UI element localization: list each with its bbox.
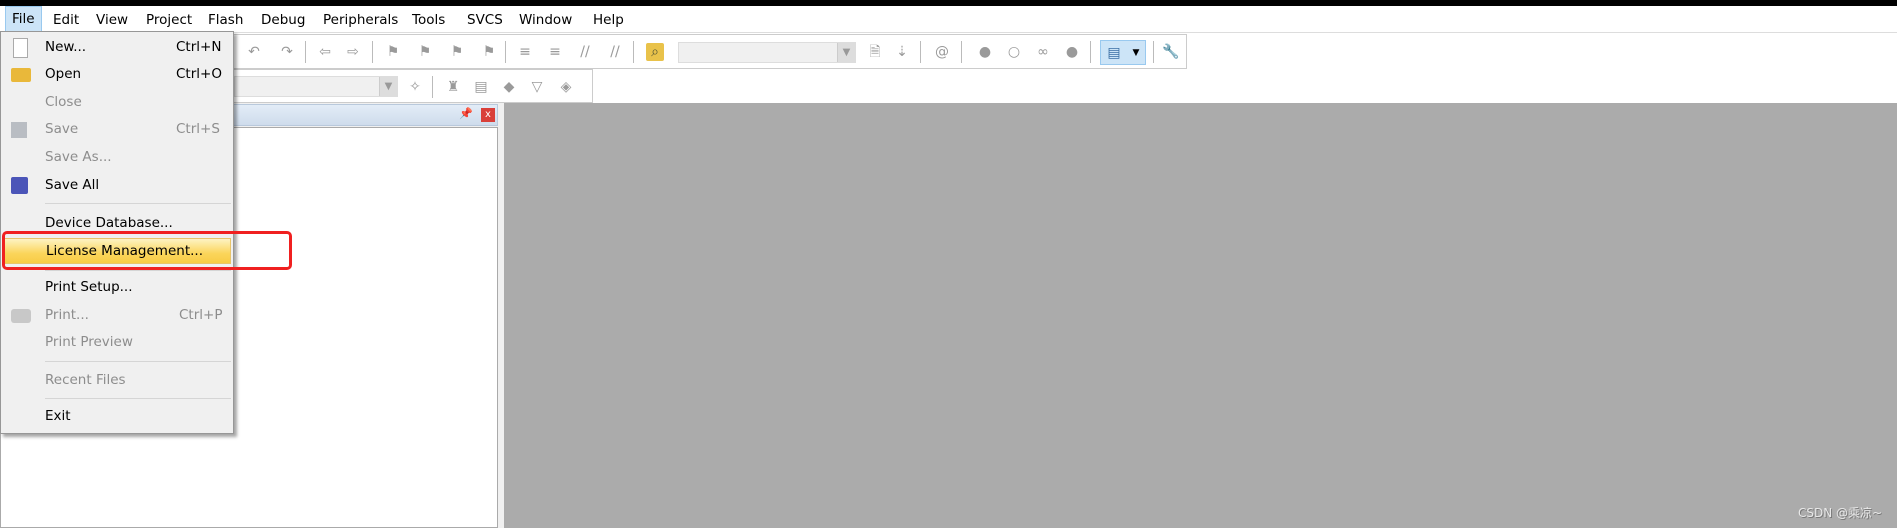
menu-file[interactable]: File [5,6,42,32]
open-folder-icon [11,68,31,82]
target-options-icon[interactable]: ✧ [406,78,424,96]
manage-environment-icon[interactable]: ▽ [528,78,546,96]
prev-bookmark-icon[interactable]: ⚑ [416,43,434,61]
menu-tools[interactable]: Tools [410,10,447,30]
window-layout-button[interactable]: ▤ ▼ [1100,40,1146,65]
menu-flash[interactable]: Flash [206,10,245,30]
menu-bar: File Edit View Project Flash Debug Perip… [0,6,1897,33]
disable-all-breakpoints-icon[interactable]: ∞ [1034,43,1052,61]
chevron-down-icon[interactable]: ▼ [837,43,855,62]
find-in-files-icon[interactable]: ⌕ [646,43,664,61]
manage-project-icon[interactable]: ♜ [444,78,462,96]
menu-separator [45,203,231,204]
save-icon [11,122,27,138]
target-combo[interactable]: ▼ [234,76,398,97]
comment-icon[interactable]: // [576,43,594,61]
menu-help[interactable]: Help [591,10,626,30]
back-icon[interactable]: ⇦ [316,43,334,61]
annotation-highlight-box [2,231,292,270]
manage-components-icon[interactable]: ◆ [500,78,518,96]
menu-item-new[interactable]: New... Ctrl+N [3,35,231,61]
find-combo[interactable]: ▼ [678,42,856,63]
kill-breakpoints-icon[interactable]: ● [1063,43,1081,61]
menu-debug[interactable]: Debug [259,10,307,30]
undo-icon[interactable]: ↶ [245,43,263,61]
editor-workspace [504,103,1897,528]
menu-item-print[interactable]: Print... Ctrl+P [3,303,231,329]
menu-item-save-as[interactable]: Save As... [3,145,231,171]
configure-icon[interactable]: 🔧 [1162,43,1180,61]
new-file-icon [13,38,28,58]
menu-item-open[interactable]: Open Ctrl+O [3,62,231,88]
bookmark-icon[interactable]: ⚑ [384,43,402,61]
find-icon[interactable]: 🗎 [866,43,884,61]
watermark: CSDN @乘凉~ [1798,506,1883,520]
window-layout-icon: ▤ [1107,45,1121,61]
disable-breakpoint-icon[interactable]: ○ [1005,43,1023,61]
unindent-icon[interactable]: ≡ [546,43,564,61]
menu-item-save[interactable]: Save Ctrl+S [3,117,231,143]
clear-bookmarks-icon[interactable]: ⚑ [480,43,498,61]
menu-window[interactable]: Window [517,10,574,30]
uncomment-icon[interactable]: // [606,43,624,61]
save-all-icon [11,177,28,194]
menu-peripherals[interactable]: Peripherals [321,10,400,30]
debug-session-icon[interactable]: @ [933,43,951,61]
menu-item-save-all[interactable]: Save All [3,173,231,199]
menu-separator [45,361,231,362]
print-icon [11,309,31,323]
redo-icon[interactable]: ↷ [278,43,296,61]
close-icon[interactable]: x [481,108,495,122]
menu-item-print-setup[interactable]: Print Setup... [3,275,231,301]
incremental-find-icon[interactable]: ⇣ [893,43,911,61]
select-packs-icon[interactable]: ▤ [472,78,490,96]
chevron-down-icon[interactable]: ▼ [379,77,397,96]
menu-item-recent-files[interactable]: Recent Files [3,368,231,394]
menu-svcs[interactable]: SVCS [465,10,505,30]
forward-icon[interactable]: ⇨ [344,43,362,61]
pin-icon[interactable]: 📌 [459,107,473,120]
menu-separator [45,270,231,271]
menu-view[interactable]: View [94,10,130,30]
menu-item-print-preview[interactable]: Print Preview [3,330,231,356]
pack-installer-icon[interactable]: ◈ [557,78,575,96]
menu-edit[interactable]: Edit [51,10,81,30]
menu-separator [45,398,231,399]
indent-icon[interactable]: ≡ [516,43,534,61]
menu-item-exit[interactable]: Exit [3,404,231,430]
breakpoint-icon[interactable]: ● [976,43,994,61]
menu-item-close[interactable]: Close [3,90,231,116]
menu-project[interactable]: Project [144,10,194,30]
dropdown-arrow-icon: ▼ [1132,48,1140,58]
next-bookmark-icon[interactable]: ⚑ [448,43,466,61]
